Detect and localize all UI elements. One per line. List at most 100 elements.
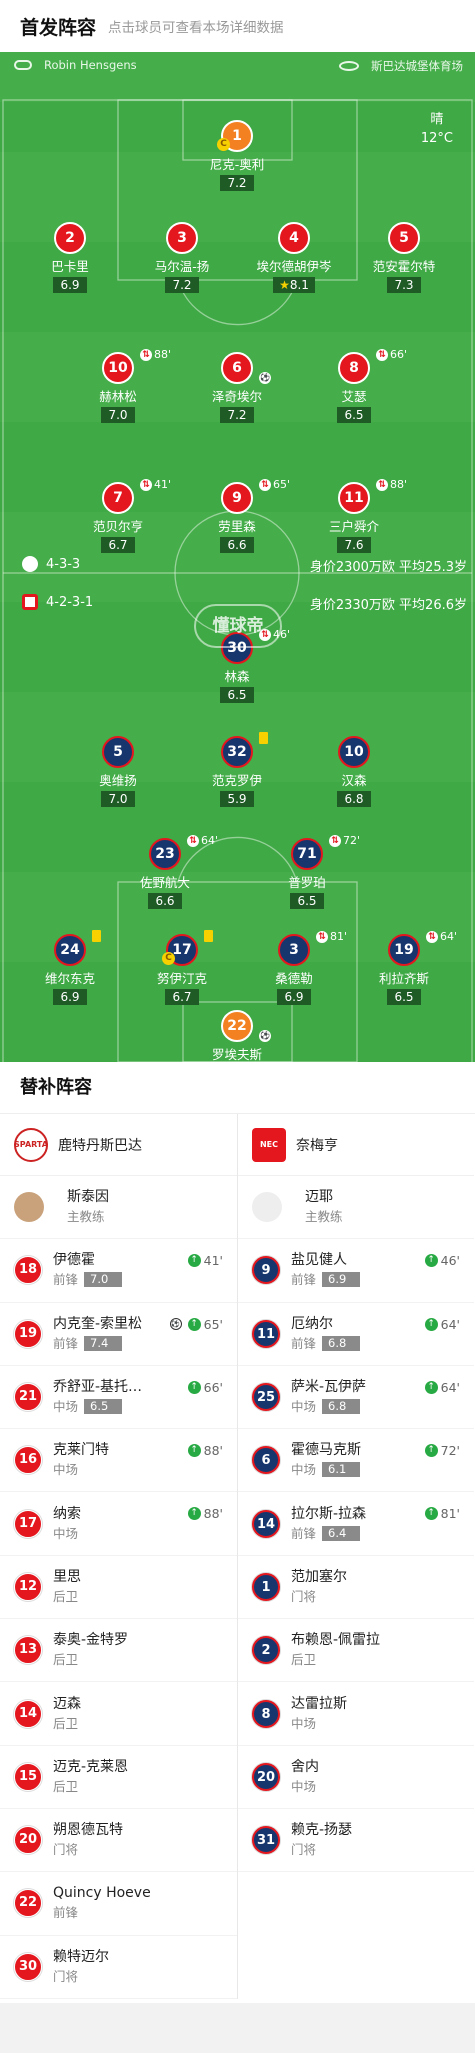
substitution-marker: ⇅ 64'	[426, 930, 457, 943]
player-name: 赫林松	[99, 389, 137, 404]
away-player-9[interactable]: 19 ⇅ 64' 利拉齐斯 6.5	[344, 930, 464, 1005]
home-team-name: 鹿特丹斯巴达	[58, 1137, 142, 1154]
sub-jersey-number: 12	[14, 1572, 42, 1601]
home-sub-row[interactable]: 13 泰奥-金特罗 后卫	[0, 1619, 237, 1683]
away-player-2[interactable]: 32 范克罗伊 5.9	[177, 732, 297, 807]
sub-player-position: 中场	[291, 1399, 317, 1415]
home-sub-row[interactable]: 18 伊德霍 前锋 7.0 ↑ 41'	[0, 1239, 237, 1303]
home-sub-coach-name: 斯泰因	[67, 1189, 109, 1206]
player-name: 泽奇埃尔	[211, 389, 262, 404]
home-player-1[interactable]: 2 巴卡里 6.9	[10, 222, 130, 293]
jersey-number: 10	[338, 736, 370, 768]
home-coach-row[interactable]: 斯泰因 主教练	[0, 1176, 237, 1240]
away-player-1[interactable]: 5 奥维扬 7.0	[58, 736, 178, 807]
yellow-card-icon	[204, 930, 213, 942]
away-sub-row[interactable]: 6 霍德马克斯 中场 6.1 ↑ 72'	[238, 1429, 474, 1493]
player-name: 范克罗伊	[211, 773, 262, 788]
away-player-4[interactable]: 23 ⇅ 64' 佐野航大 6.6	[105, 834, 225, 909]
rating-value: 7.2	[172, 278, 192, 292]
home-sub-row[interactable]: 14 迈森 后卫	[0, 1682, 237, 1746]
away-team-name: 奈梅亨	[296, 1137, 338, 1154]
away-sub-row[interactable]: 1 范加塞尔 门将	[238, 1556, 474, 1620]
sub-in-icon: ↑	[424, 1507, 438, 1521]
jersey-number: 3	[166, 222, 198, 254]
sub-player-position: 中场	[291, 1778, 317, 1794]
away-formation-text: 4-2-3-1	[46, 594, 94, 610]
away-player-5[interactable]: 71 ⇅ 72' 普罗珀 6.5	[247, 834, 367, 909]
player-name: 马尔温-扬	[154, 259, 210, 274]
home-formation: 4-3-3	[22, 556, 80, 572]
jersey-number: 11	[338, 482, 370, 514]
home-sub-row[interactable]: 15 迈克-克莱恩 后卫	[0, 1746, 237, 1809]
player-name: 努伊汀克	[156, 971, 207, 986]
away-player-3[interactable]: 10 汉森 6.8	[294, 736, 414, 807]
home-player-9[interactable]: 9 ⇅ 65' 劳里森 6.6	[177, 478, 297, 553]
substitution-icon: ⇅	[259, 478, 271, 491]
away-player-7[interactable]: 17 C 努伊汀克 6.7	[122, 930, 242, 1005]
substitutes-title: 替补阵容	[0, 1062, 475, 1114]
home-sub-row[interactable]: 21 乔舒亚-基托… 中场 6.5 ↑ 66'	[0, 1366, 237, 1430]
away-sub-row[interactable]: 31 赖克-扬瑟 门将	[238, 1809, 474, 1873]
player-rating: ★8.1	[273, 277, 315, 293]
lineup-title: 首发阵容	[20, 16, 97, 39]
footer-bar	[0, 2003, 475, 2053]
away-player-8[interactable]: 3 ⇅ 81' 桑德勒 6.9	[234, 930, 354, 1005]
home-player-5[interactable]: 10 ⇅ 88' 赫林松 7.0	[58, 348, 178, 423]
away-sub-row[interactable]: 14 拉尔斯-拉森 前锋 6.4 ↑ 81'	[238, 1492, 474, 1556]
sub-player-name: 范加塞尔	[291, 1568, 347, 1585]
sub-player-position: 前锋	[291, 1272, 317, 1288]
player-name: 巴卡里	[51, 259, 89, 274]
home-player-7[interactable]: 8 ⇅ 66' 艾瑟 6.5	[294, 348, 414, 423]
sub-player-name: 盐见健人	[291, 1252, 347, 1269]
sub-jersey-number: 8	[252, 1699, 280, 1728]
away-sub-row[interactable]: 25 萨米-瓦伊萨 中场 6.8 ↑ 64'	[238, 1366, 474, 1430]
away-sub-row[interactable]: 9 盐见健人 前锋 6.9 ↑ 46'	[238, 1239, 474, 1303]
home-player-6[interactable]: 6 ⚽ 泽奇埃尔 7.2	[177, 352, 297, 423]
home-sub-row[interactable]: 16 克莱门特 中场 ↑ 88'	[0, 1429, 237, 1493]
home-team-logo: SPARTA	[14, 1127, 48, 1162]
home-player-2[interactable]: 3 马尔温-扬 7.2	[122, 222, 242, 293]
substitution-marker: ⇅ 88'	[140, 348, 171, 361]
home-player-4[interactable]: 5 范安霍尔特 7.3	[344, 222, 464, 293]
away-sub-row[interactable]: 2 布赖恩-佩雷拉 后卫	[238, 1619, 474, 1683]
stadium-icon	[339, 61, 359, 71]
sub-player-name: 拉尔斯-拉森	[291, 1505, 367, 1522]
player-rating: 7.3	[387, 277, 421, 293]
rating-value: 6.8	[344, 792, 364, 806]
rating-value: 6.9	[284, 990, 304, 1004]
home-player-10[interactable]: 11 ⇅ 88' 三户舜介 7.6	[294, 478, 414, 553]
away-player-10[interactable]: 22⚽罗埃夫斯6.2	[177, 1010, 297, 1062]
home-team-icon	[22, 556, 38, 572]
away-sub-row[interactable]: 20 舍内 中场	[238, 1746, 474, 1809]
away-sub-row[interactable]: 11 厄纳尔 前锋 6.8 ↑ 64'	[238, 1303, 474, 1366]
jersey-number: 3	[278, 934, 310, 966]
home-player-0[interactable]: 1 C 尼克-奥利 7.2	[177, 120, 297, 191]
rating-value: 7.2	[227, 408, 247, 422]
home-sub-row[interactable]: 22 Quincy Hoeve 前锋	[0, 1872, 237, 1936]
away-coach-row[interactable]: 迈耶 主教练	[238, 1176, 474, 1240]
lineup-header: 首发阵容 点击球员可查看本场详细数据	[0, 0, 475, 52]
player-rating: 7.0	[101, 407, 135, 423]
jersey-number: 4	[278, 222, 310, 254]
away-player-6[interactable]: 24 维尔东克 6.9	[10, 930, 130, 1005]
rating-value: 5.9	[227, 792, 247, 806]
home-player-8[interactable]: 7 ⇅ 41' 范贝尔亨 6.7	[58, 478, 178, 553]
away-sub-row[interactable]: 8 达雷拉斯 中场	[238, 1682, 474, 1746]
sub-player-position: 前锋	[53, 1905, 79, 1921]
sub-in-icon: ↑	[187, 1444, 201, 1458]
home-sub-row[interactable]: 30 赖特迈尔 门将	[0, 1936, 237, 1999]
home-sub-row[interactable]: 20 朔恩德瓦特 门将	[0, 1809, 237, 1873]
home-sub-row[interactable]: 12 里思 后卫	[0, 1556, 237, 1620]
coach-avatar	[14, 1192, 44, 1223]
home-sub-row[interactable]: 19 内克奎-索里松 前锋 7.4 ⚽ ↑ 65'	[0, 1303, 237, 1366]
home-player-3[interactable]: 4 埃尔德胡伊岑 ★8.1	[234, 222, 354, 293]
away-team-header[interactable]: NEC 奈梅亨	[238, 1114, 474, 1176]
sub-jersey-number: 30	[14, 1952, 42, 1981]
home-team-header[interactable]: SPARTA 鹿特丹斯巴达	[0, 1114, 237, 1176]
weather-desc: 晴	[430, 112, 444, 127]
player-name: 罗埃夫斯	[211, 1047, 262, 1062]
sub-player-name: 内克奎-索里松	[53, 1315, 143, 1332]
rating-value: 6.5	[297, 894, 317, 908]
sub-in-minute: 41'	[203, 1253, 223, 1269]
home-sub-row[interactable]: 17 纳索 中场 ↑ 88'	[0, 1492, 237, 1556]
